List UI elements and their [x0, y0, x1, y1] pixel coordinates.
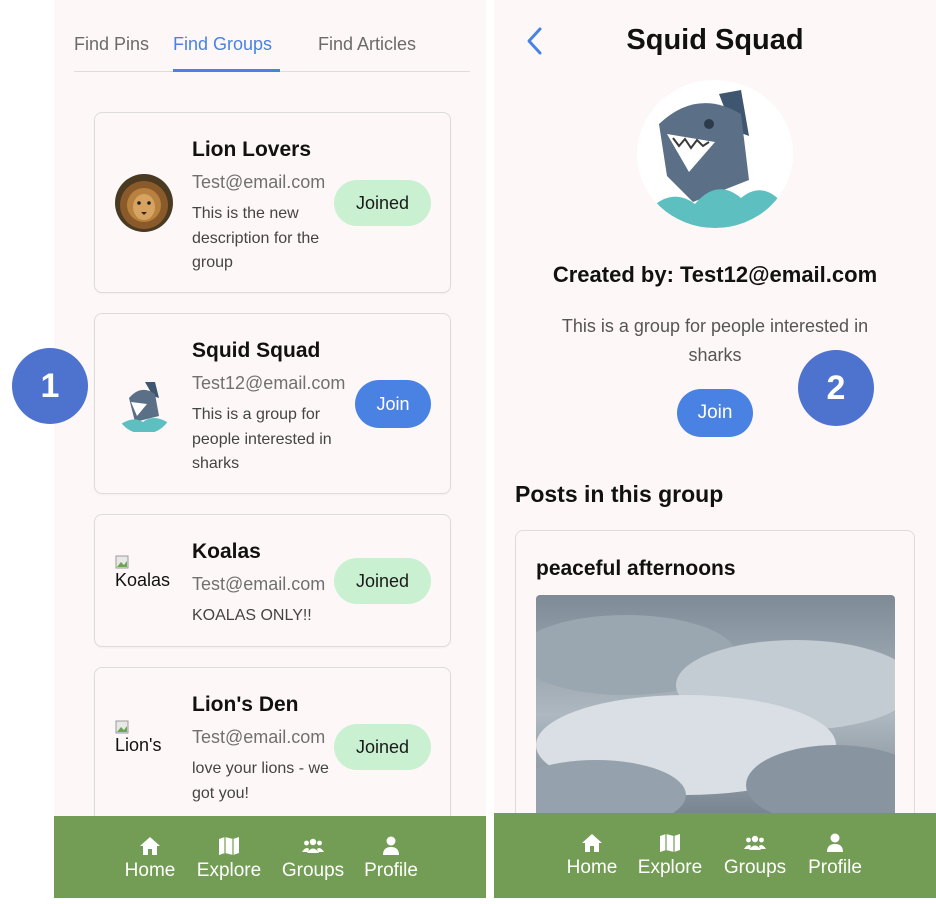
image-alt-text: Koalas: [115, 570, 171, 590]
group-owner-email: Test12@email.com: [192, 373, 346, 393]
joined-button[interactable]: Joined: [334, 724, 431, 770]
group-owner-email: Test@email.com: [192, 172, 326, 192]
app-root: Find Pins Find Groups Find Articles Lion…: [0, 0, 936, 904]
nav-label: Home: [124, 860, 176, 881]
join-button[interactable]: Join: [677, 389, 753, 437]
broken-image-icon: Koalas: [115, 555, 170, 591]
post-image: [536, 595, 895, 835]
active-tab-indicator: [173, 69, 280, 72]
home-icon: [582, 834, 602, 852]
created-by: Created by: Test12@email.com: [552, 262, 878, 287]
step-badge-2: 2: [798, 350, 874, 426]
nav-label: Explore: [637, 857, 703, 878]
nav-home[interactable]: Home: [120, 816, 180, 898]
group-name: Lion Lovers: [192, 138, 312, 161]
broken-image-icon: Lion's: [115, 720, 161, 756]
group-name: Lion's Den: [192, 693, 299, 716]
nav-profile[interactable]: Profile: [360, 816, 422, 898]
post-title: peaceful afternoons: [536, 557, 736, 580]
nav-explore[interactable]: Explore: [635, 813, 705, 898]
lion-avatar: [115, 174, 173, 232]
step-badge-1: 1: [12, 348, 88, 424]
users-icon: [744, 835, 766, 850]
nav-label: Groups: [723, 857, 787, 878]
group-owner-email: Test@email.com: [192, 727, 326, 747]
group-card-koalas[interactable]: Koalas Koalas Test@email.com KOALAS ONLY…: [94, 514, 451, 647]
nav-home[interactable]: Home: [562, 813, 622, 898]
nav-label: Groups: [281, 860, 345, 881]
nav-label: Profile: [808, 857, 862, 878]
joined-button[interactable]: Joined: [334, 558, 431, 604]
join-button[interactable]: Join: [355, 380, 431, 428]
find-groups-screen: Find Pins Find Groups Find Articles Lion…: [54, 0, 486, 898]
posts-heading: Posts in this group: [515, 481, 724, 507]
user-icon: [827, 833, 843, 852]
group-card-squid-squad[interactable]: Squid Squad Test12@email.com This is a g…: [94, 313, 451, 494]
nav-label: Profile: [364, 860, 418, 881]
group-card-lion-lovers[interactable]: Lion Lovers Test@email.com This is the n…: [94, 112, 451, 293]
group-description: KOALAS ONLY!!: [192, 607, 312, 624]
group-name: Squid Squad: [192, 339, 321, 362]
tab-find-pins[interactable]: Find Pins: [74, 34, 149, 55]
tab-find-articles[interactable]: Find Articles: [318, 34, 416, 55]
nav-explore[interactable]: Explore: [194, 816, 264, 898]
group-name: Koalas: [192, 540, 261, 563]
nav-label: Home: [566, 857, 618, 878]
user-icon: [383, 836, 399, 855]
group-description: This is the new description for the grou…: [192, 205, 320, 271]
bottom-nav-right: Home Explore Groups Profile: [494, 813, 936, 898]
joined-button[interactable]: Joined: [334, 180, 431, 226]
page-title: Squid Squad: [626, 24, 804, 56]
image-alt-text: Lion's: [115, 735, 162, 755]
nav-label: Explore: [196, 860, 262, 881]
home-icon: [140, 837, 160, 855]
group-detail-screen: Squid Squad Created by: Test12@email.com…: [494, 0, 936, 898]
shark-avatar: [115, 376, 173, 434]
bottom-nav-left: Home Explore Groups Profile: [54, 816, 486, 898]
nav-groups[interactable]: Groups: [278, 816, 348, 898]
group-avatar: [637, 80, 793, 228]
users-icon: [302, 838, 324, 853]
tab-bar: Find Pins Find Groups Find Articles: [74, 0, 470, 72]
map-icon: [219, 837, 239, 855]
nav-profile[interactable]: Profile: [804, 813, 866, 898]
tab-find-groups[interactable]: Find Groups: [173, 34, 272, 55]
group-description: love your lions - we got you!: [192, 760, 329, 802]
group-description: This is a group for people interested in…: [192, 406, 332, 472]
nav-groups[interactable]: Groups: [720, 813, 790, 898]
map-icon: [660, 834, 680, 852]
group-owner-email: Test@email.com: [192, 574, 326, 594]
